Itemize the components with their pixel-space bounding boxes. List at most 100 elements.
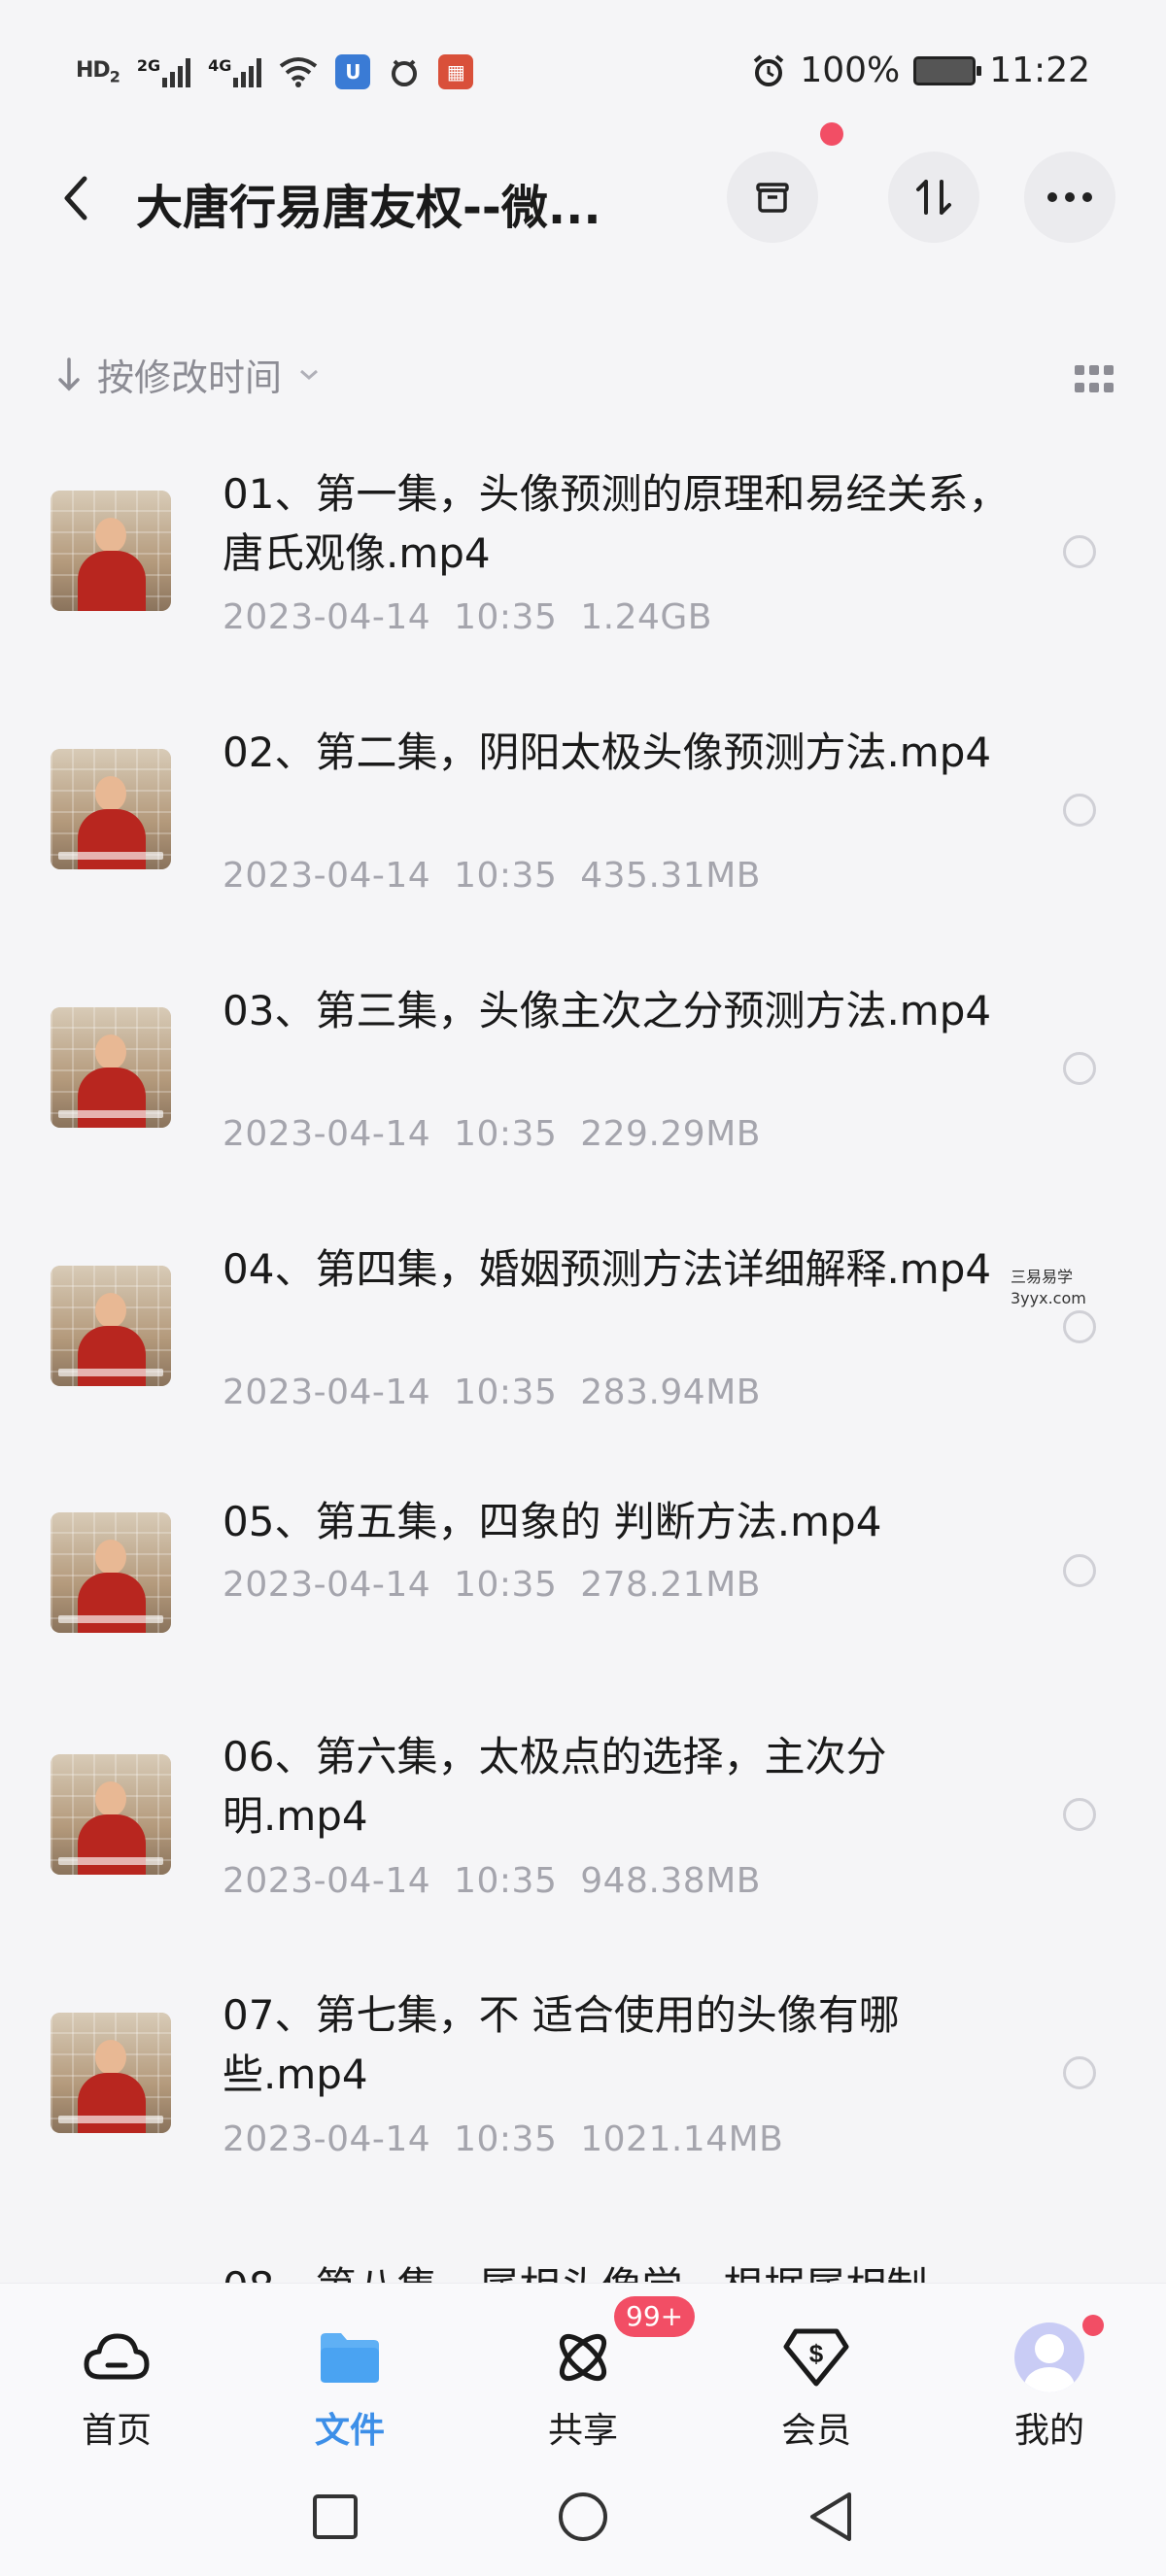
sort-arrows-icon [916, 180, 951, 215]
list-item[interactable]: 08、第八集，属相头像学，根据属相制 [0, 2213, 1166, 2283]
video-thumbnail [51, 749, 171, 869]
list-item[interactable]: 04、第四集，婚姻预测方法详细解释.mp4 2023-04-14 10:35 2… [0, 1212, 1166, 1471]
file-name: 02、第二集，阴阳太极头像预测方法.mp4 [223, 729, 992, 776]
video-thumbnail [51, 491, 171, 611]
nav-label: 文件 [314, 2411, 385, 2451]
file-time: 10:35 [454, 2119, 558, 2159]
status-bar-right: 100% 11:22 [751, 51, 1090, 90]
file-time: 10:35 [454, 1565, 558, 1605]
nav-label: 共享 [547, 2411, 618, 2451]
share-badge: 99+ [614, 2296, 696, 2337]
list-item[interactable]: 01、第一集，头像预测的原理和易经关系，唐氏观像.mp4 2023-04-14 … [0, 437, 1166, 695]
arrow-down-icon [58, 356, 80, 390]
select-radio[interactable] [1063, 1554, 1096, 1587]
svg-text:$: $ [809, 2339, 824, 2368]
nav-label: 会员 [780, 2411, 851, 2451]
select-radio[interactable] [1063, 2056, 1096, 2089]
chevron-left-icon [64, 176, 87, 220]
file-size: 1.24GB [580, 597, 712, 637]
calendar-app-icon: ▦ [438, 54, 474, 89]
watermark-line2: 3yyx.com [1011, 1289, 1086, 1307]
folder-icon [321, 2333, 379, 2383]
list-item[interactable]: 05、第五集，四象的 判断方法.mp4 2023-04-14 10:35 278… [0, 1471, 1166, 1696]
nav-label: 我的 [1013, 2411, 1084, 2451]
file-size: 283.94MB [580, 1373, 761, 1412]
select-radio[interactable] [1063, 1798, 1096, 1831]
video-thumbnail [51, 2013, 171, 2133]
share-orbit-icon [559, 2333, 607, 2382]
back-button[interactable] [49, 171, 103, 225]
sim-number: 2 [109, 67, 120, 86]
file-meta: 2023-04-14 10:35 283.94MB [223, 1373, 761, 1412]
file-date: 2023-04-14 [223, 1373, 431, 1412]
file-time: 10:35 [454, 1861, 558, 1901]
select-radio[interactable] [1063, 535, 1096, 568]
file-date: 2023-04-14 [223, 856, 431, 896]
file-time: 10:35 [454, 1373, 558, 1412]
file-meta: 2023-04-14 10:35 948.38MB [223, 1861, 761, 1901]
video-thumbnail [51, 1512, 171, 1633]
select-radio[interactable] [1063, 1310, 1096, 1343]
file-meta: 2023-04-14 10:35 1021.14MB [223, 2119, 783, 2159]
avatar-icon [1014, 2322, 1084, 2392]
file-name: 08、第八集，属相头像学，根据属相制 [223, 2257, 1029, 2283]
list-item[interactable]: 07、第七集，不 适合使用的头像有哪些.mp4 2023-04-14 10:35… [0, 1954, 1166, 2213]
more-button[interactable] [1024, 152, 1115, 243]
nav-home[interactable]: 首页 [39, 2322, 194, 2453]
signal-icon: 2G [136, 56, 191, 87]
sort-bar: 按修改时间 [56, 348, 1115, 416]
nav-share[interactable]: 共享 [505, 2322, 661, 2453]
file-size: 1021.14MB [580, 2119, 784, 2159]
select-radio[interactable] [1063, 794, 1096, 827]
recents-button[interactable] [311, 2492, 360, 2541]
vip-diamond-icon: $ [783, 2328, 849, 2387]
chevron-down-icon [300, 369, 319, 380]
battery-icon [913, 55, 982, 85]
list-item[interactable]: 06、第六集，太极点的选择，主次分明.mp4 2023-04-14 10:35 … [0, 1696, 1166, 1954]
file-time: 10:35 [454, 597, 558, 637]
archive-button[interactable] [727, 152, 818, 243]
file-meta: 2023-04-14 10:35 278.21MB [223, 1565, 761, 1605]
wifi-icon [280, 57, 318, 87]
file-time: 10:35 [454, 856, 558, 896]
archive-icon [756, 183, 789, 213]
file-meta: 2023-04-14 10:35 229.29MB [223, 1114, 761, 1154]
file-meta: 2023-04-14 10:35 435.31MB [223, 856, 761, 896]
nav-label: 首页 [81, 2411, 152, 2451]
back-triangle-button[interactable] [806, 2491, 855, 2543]
file-name: 06、第六集，太极点的选择，主次分明.mp4 [223, 1733, 887, 1840]
file-size: 278.21MB [580, 1565, 761, 1605]
sort-toggle-button[interactable] [888, 152, 979, 243]
file-size: 948.38MB [580, 1861, 761, 1901]
app-icon: U [335, 54, 371, 89]
select-radio[interactable] [1063, 1052, 1096, 1085]
file-size: 229.29MB [580, 1114, 761, 1154]
video-thumbnail [51, 1754, 171, 1875]
grid-view-icon[interactable] [1075, 365, 1115, 394]
sort-selector[interactable]: 按修改时间 [56, 348, 1115, 401]
bottom-nav: 首页 文件 共享 $ 会员 我的 [0, 2283, 1166, 2457]
file-size: 435.31MB [580, 856, 761, 896]
file-date: 2023-04-14 [223, 1861, 431, 1901]
nav-vip[interactable]: $ 会员 [738, 2322, 894, 2453]
watermark: 三易易学 3yyx.com [1011, 1267, 1086, 1309]
nav-me[interactable]: 我的 [972, 2315, 1127, 2453]
hd-label: HD [76, 57, 111, 83]
net-2g-label: 2G [136, 56, 161, 75]
file-list: 01、第一集，头像预测的原理和易经关系，唐氏观像.mp4 2023-04-14 … [0, 437, 1166, 2283]
clock: 11:22 [989, 51, 1090, 90]
signal-icon: 4G [208, 56, 262, 87]
file-name: 05、第五集，四象的 判断方法.mp4 [223, 1498, 882, 1545]
list-item[interactable]: 02、第二集，阴阳太极头像预测方法.mp4 2023-04-14 10:35 4… [0, 695, 1166, 954]
file-name: 01、第一集，头像预测的原理和易经关系，唐氏观像.mp4 [223, 470, 1010, 577]
header: 大唐行易唐友权--微... [0, 122, 1166, 253]
nav-files[interactable]: 文件 [272, 2322, 428, 2453]
list-item[interactable]: 03、第三集，头像主次之分预测方法.mp4 2023-04-14 10:35 2… [0, 954, 1166, 1212]
video-thumbnail [51, 1007, 171, 1128]
notification-dot [1082, 2315, 1104, 2336]
file-meta: 2023-04-14 10:35 1.24GB [223, 597, 712, 637]
file-time: 10:35 [454, 1114, 558, 1154]
status-bar-left: HD2 2G 4G U ▦ [76, 54, 474, 89]
notification-dot [820, 122, 843, 146]
home-button[interactable] [557, 2491, 609, 2543]
